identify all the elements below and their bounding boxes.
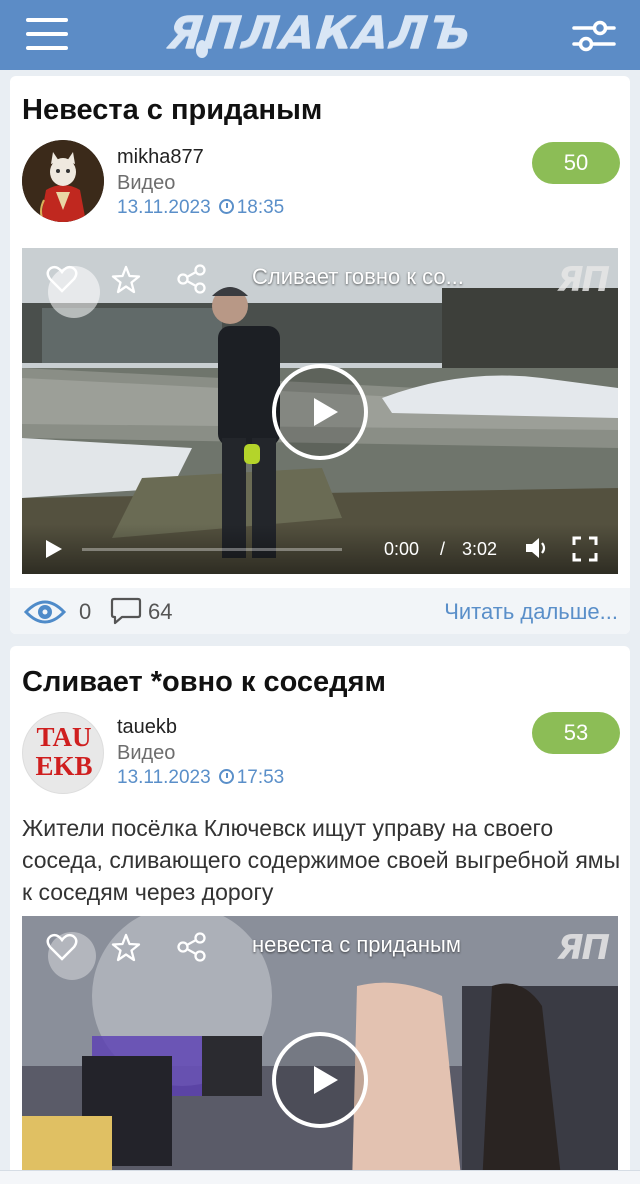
author-name[interactable]: tauekb <box>117 716 177 739</box>
video-duration: 3:02 <box>462 539 498 559</box>
views-count: 0 <box>79 599 92 624</box>
eye-icon[interactable] <box>24 598 66 626</box>
progress-track[interactable] <box>82 548 342 551</box>
post-category[interactable]: Видео <box>117 742 175 765</box>
logo-text: ЯПЛАКАЛЪ <box>165 6 475 59</box>
bottom-nav-bar <box>0 1170 640 1184</box>
post-title[interactable]: Невеста с приданым <box>22 94 322 127</box>
rating-badge[interactable]: 50 <box>532 142 620 184</box>
video-watermark: ЯП <box>557 928 610 968</box>
video-current-time: 0:00 <box>384 539 420 559</box>
author-name[interactable]: mikha877 <box>117 146 204 169</box>
avatar[interactable] <box>22 140 104 222</box>
post-datetime: 13.11.2023 17:53 <box>117 767 284 789</box>
post-card: Сливает *овно к соседям TAU EKB tauekb В… <box>10 646 630 1184</box>
post-card: Невеста с приданым mikha877 Видео 13.11.… <box>10 76 630 634</box>
comment-icon[interactable] <box>110 596 142 626</box>
play-icon[interactable] <box>46 540 62 558</box>
comments-count: 64 <box>148 599 173 624</box>
post-time: 17:53 <box>236 767 285 788</box>
post-excerpt: Жители посёлка Ключевск ищут управу на с… <box>22 815 621 905</box>
video-caption: невеста с приданым <box>252 932 461 957</box>
video-time-separator: / <box>440 539 446 559</box>
avatar[interactable]: TAU EKB <box>22 712 104 794</box>
post-datetime: 13.11.2023 18:35 <box>117 197 284 219</box>
site-logo[interactable]: ЯПЛАКАЛЪ <box>0 0 640 70</box>
post-stats: 0 64 Читать дальше... <box>10 588 630 634</box>
post-category[interactable]: Видео <box>117 172 175 195</box>
video-watermark: ЯП <box>557 260 610 300</box>
post-date: 13.11.2023 <box>117 767 211 788</box>
hamburger-menu-icon[interactable] <box>26 16 68 52</box>
top-bar: ЯПЛАКАЛЪ <box>0 0 640 70</box>
logo-drop-icon <box>196 40 208 58</box>
share-icon[interactable] <box>176 932 208 962</box>
video-player[interactable]: Сливает говно к со... ЯП 0:00 / 3:02 <box>22 248 618 574</box>
fullscreen-icon[interactable] <box>572 536 598 562</box>
star-icon[interactable] <box>110 264 142 294</box>
video-caption: Сливает говно к со... <box>252 264 464 289</box>
avatar-text-line: EKB <box>35 751 93 781</box>
heart-icon[interactable] <box>46 932 78 962</box>
video-controls: 0:00 / 3:02 <box>22 524 618 574</box>
sliders-icon[interactable] <box>570 16 618 56</box>
clock-icon <box>218 769 234 784</box>
clock-icon <box>218 199 234 214</box>
post-date: 13.11.2023 <box>117 197 211 218</box>
volume-icon[interactable] <box>524 536 550 560</box>
avatar-text-line: TAU <box>36 722 92 752</box>
read-more-link[interactable]: Читать дальше... <box>444 599 618 625</box>
play-button[interactable] <box>272 1032 368 1128</box>
post-time: 18:35 <box>236 197 285 218</box>
play-button[interactable] <box>272 364 368 460</box>
star-icon[interactable] <box>110 932 142 962</box>
heart-icon[interactable] <box>46 264 78 294</box>
video-player[interactable]: невеста с приданым ЯП <box>22 916 618 1184</box>
post-title[interactable]: Сливает *овно к соседям <box>22 666 386 699</box>
share-icon[interactable] <box>176 264 208 294</box>
rating-badge[interactable]: 53 <box>532 712 620 754</box>
